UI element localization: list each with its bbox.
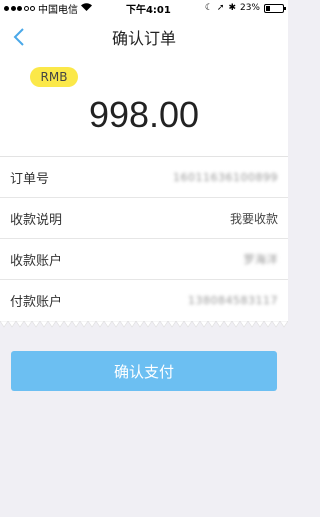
moon-icon: ☾: [204, 3, 213, 13]
payee-account-value: 罗海洋: [243, 253, 278, 266]
battery-fill: [266, 5, 270, 11]
order-number-label: 订单号: [10, 171, 50, 187]
order-number-value: 16011636100899: [173, 170, 278, 184]
payment-note-row: 收款说明 我要收款: [0, 198, 288, 239]
payer-account-value: 138084583117: [188, 294, 278, 307]
order-details: 订单号 16011636100899 收款说明 我要收款 收款账户 罗海洋 付款…: [0, 156, 288, 321]
battery-percent: 23%: [239, 3, 260, 13]
chevron-left-icon[interactable]: [6, 24, 32, 50]
location-arrow-icon: ➚: [216, 3, 225, 13]
wifi-icon: [81, 2, 92, 14]
carrier-name: 中国电信: [38, 4, 78, 16]
receipt-edge: [0, 321, 288, 328]
amount-value: 998.00: [88, 94, 200, 135]
order-number-row: 订单号 16011636100899: [0, 157, 288, 198]
payment-note-label: 收款说明: [10, 212, 63, 228]
amount-card: RMB 998.00: [0, 58, 288, 156]
payee-account-row: 收款账户 罗海洋: [0, 239, 288, 280]
status-bar: 中国电信 下午4:01 ☾ ➚ ✱ 23%: [0, 0, 288, 16]
status-right: ☾ ➚ ✱ 23%: [204, 3, 286, 13]
status-time: 下午4:01: [125, 4, 171, 16]
bluetooth-icon: ✱: [228, 3, 236, 13]
payment-note-value: 我要收款: [229, 211, 278, 226]
status-left: 中国电信: [4, 1, 92, 16]
currency-badge: RMB: [30, 67, 78, 87]
payer-account-row: 付款账户 138084583117: [0, 280, 288, 321]
confirm-pay-button[interactable]: 确认支付: [11, 351, 277, 391]
nav-bar: 确认订单: [0, 16, 288, 58]
battery-icon: [264, 3, 286, 13]
payee-account-label: 收款账户: [10, 253, 63, 269]
payer-account-label: 付款账户: [10, 295, 63, 310]
signal-strength-icon: [4, 5, 35, 11]
page-title: 确认订单: [111, 29, 176, 48]
